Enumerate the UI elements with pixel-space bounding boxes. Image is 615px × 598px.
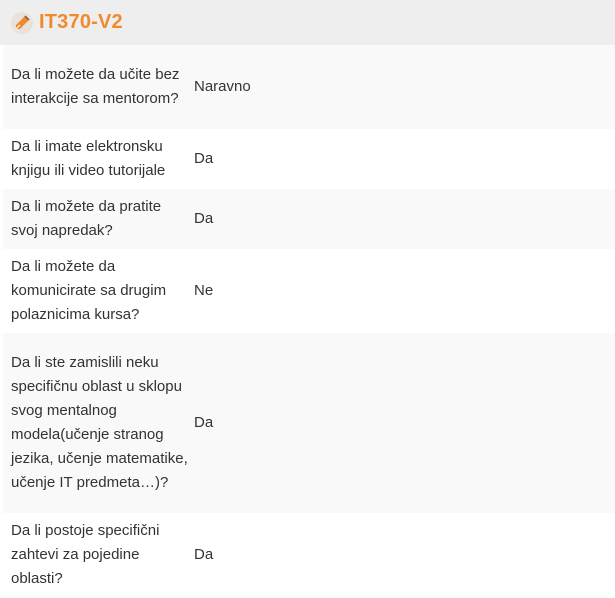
question-cell: Da li ste zamislili neku specifičnu obla… xyxy=(11,354,188,491)
question-cell: Da li možete da komunicirate sa drugim p… xyxy=(11,258,167,323)
question-cell: Da li imate elektronsku knjigu ili video… xyxy=(11,138,166,179)
answer-cell: Da xyxy=(194,546,214,563)
question-cell: Da li postoje specifični zahtevi za poje… xyxy=(11,522,160,587)
table-row: Da li imate elektronsku knjigu ili video… xyxy=(3,129,615,189)
answer-cell: Da xyxy=(194,150,214,167)
answer-cell: Da xyxy=(194,210,214,227)
qa-table: Da li možete da učite bez interakcije sa… xyxy=(3,45,615,597)
answer-cell: Naravno xyxy=(194,78,251,95)
page-title: IT370-V2 xyxy=(39,11,123,33)
table-row: Da li postoje specifični zahtevi za poje… xyxy=(3,513,615,597)
pen-nib-icon xyxy=(11,11,33,34)
question-cell: Da li možete da pratite svoj napredak? xyxy=(11,198,162,239)
info-card: IT370-V2 Da li možete da učite bez inter… xyxy=(0,0,615,598)
answer-cell: Da xyxy=(194,414,214,431)
card-header: IT370-V2 xyxy=(0,0,615,45)
table-row: Da li možete da komunicirate sa drugim p… xyxy=(3,249,615,333)
answer-cell: Ne xyxy=(194,282,214,299)
table-row: Da li možete da pratite svoj napredak? D… xyxy=(3,189,615,249)
question-cell: Da li možete da učite bez interakcije sa… xyxy=(11,66,180,107)
table-row: Da li možete da učite bez interakcije sa… xyxy=(3,45,615,129)
table-row: Da li ste zamislili neku specifičnu obla… xyxy=(3,333,615,513)
